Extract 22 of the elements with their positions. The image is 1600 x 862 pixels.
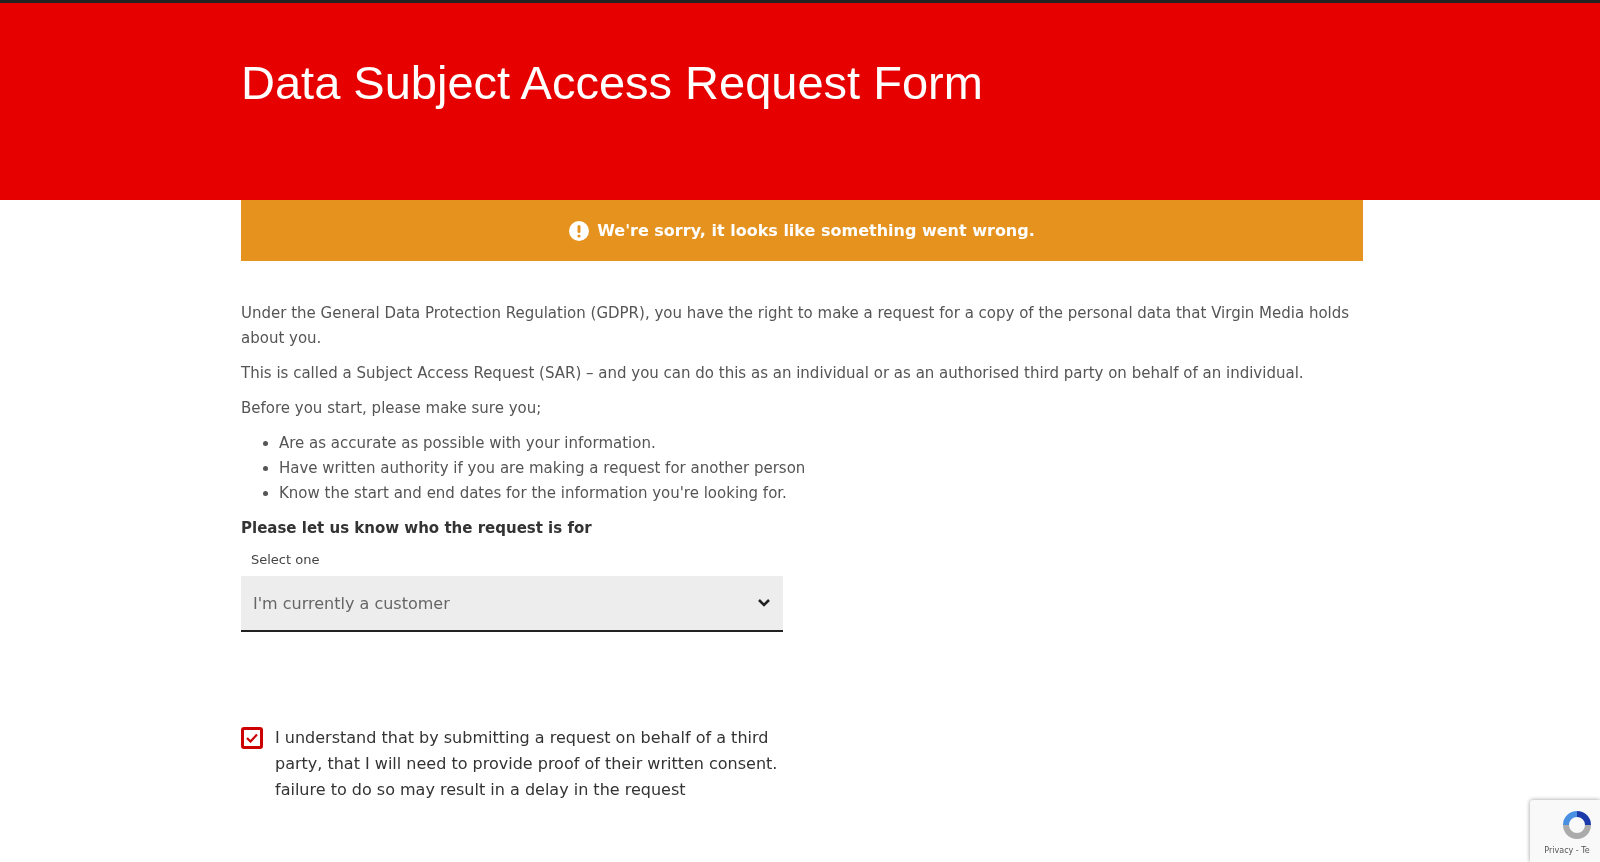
recaptcha-badge[interactable]: Privacy - Te [1530, 800, 1600, 862]
intro-paragraph: Before you start, please make sure you; [241, 398, 543, 419]
error-message: We're sorry, it looks like something went wrong. [597, 221, 1035, 240]
recaptcha-icon [1560, 808, 1594, 842]
bullet-dot [263, 491, 268, 496]
checklist-item: Are as accurate as possible with your information. [279, 433, 656, 454]
page-title: Data Subject Access Request Form [241, 55, 983, 110]
field-label: Select one [251, 551, 321, 569]
bullet-dot [263, 466, 268, 471]
consent-text: I understand that by submitting a request on behalf of a third party, that I will need to provide proof of their written consent. failure to do so may result in a delay in the request [275, 727, 779, 801]
request-for-dropdown[interactable]: I'm currently a customer [241, 576, 783, 632]
recaptcha-text[interactable]: Privacy - Te [1544, 846, 1590, 855]
chevron-down-icon [757, 598, 771, 608]
checkmark-icon [246, 733, 258, 743]
intro-paragraph: This is called a Subject Access Request (SAR) – and you can do this as an individual or as an authorised third party on behalf of an individual. [241, 363, 1305, 384]
exclamation-icon [569, 220, 590, 241]
checklist-item: Know the start and end dates for the information you're looking for. [279, 483, 787, 504]
checklist-item: Have written authority if you are making a request for another person [279, 458, 806, 479]
consent-checkbox[interactable] [241, 727, 263, 749]
intro-paragraph: Under the General Data Protection Regulation (GDPR), you have the right to make a request for a copy of the personal data that Virgin Media holds about you. [241, 303, 1351, 349]
bullet-dot [263, 441, 268, 446]
question-label: Please let us know who the request is for [241, 518, 592, 539]
